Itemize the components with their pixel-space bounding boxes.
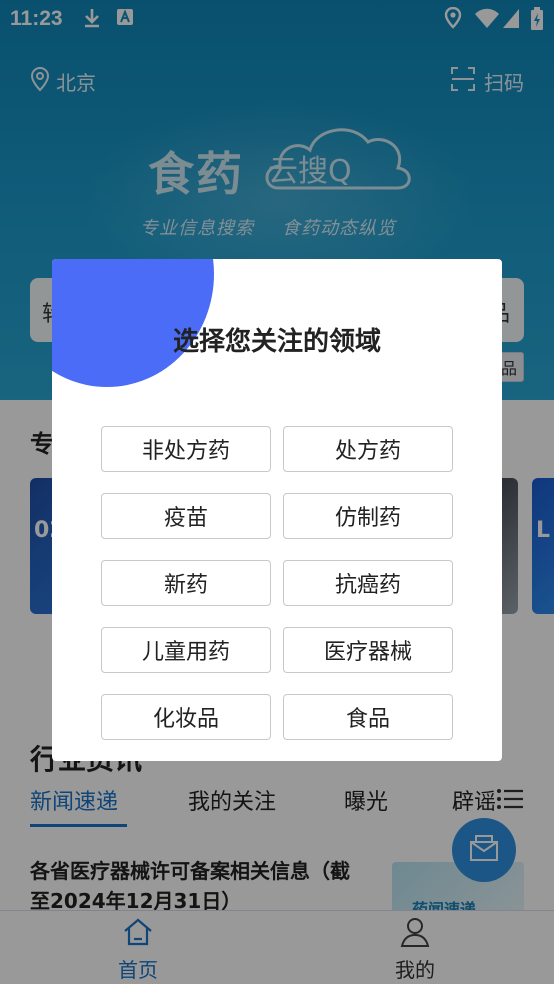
option-generic-drug[interactable]: 仿制药 bbox=[283, 493, 453, 539]
dialog-title: 选择您关注的领域 bbox=[172, 327, 381, 357]
option-cosmetics[interactable]: 化妆品 bbox=[101, 694, 271, 740]
option-new-drug[interactable]: 新药 bbox=[101, 560, 271, 606]
interest-dialog: 选择您关注的领域 非处方药 处方药 疫苗 仿制药 新药 抗癌药 儿童用药 医疗器… bbox=[52, 259, 502, 761]
option-medical-device[interactable]: 医疗器械 bbox=[283, 627, 453, 673]
option-food[interactable]: 食品 bbox=[283, 694, 453, 740]
option-prescription-drug[interactable]: 处方药 bbox=[283, 426, 453, 472]
option-anticancer-drug[interactable]: 抗癌药 bbox=[283, 560, 453, 606]
option-otc-drug[interactable]: 非处方药 bbox=[101, 426, 271, 472]
option-vaccine[interactable]: 疫苗 bbox=[101, 493, 271, 539]
option-pediatric-drug[interactable]: 儿童用药 bbox=[101, 627, 271, 673]
